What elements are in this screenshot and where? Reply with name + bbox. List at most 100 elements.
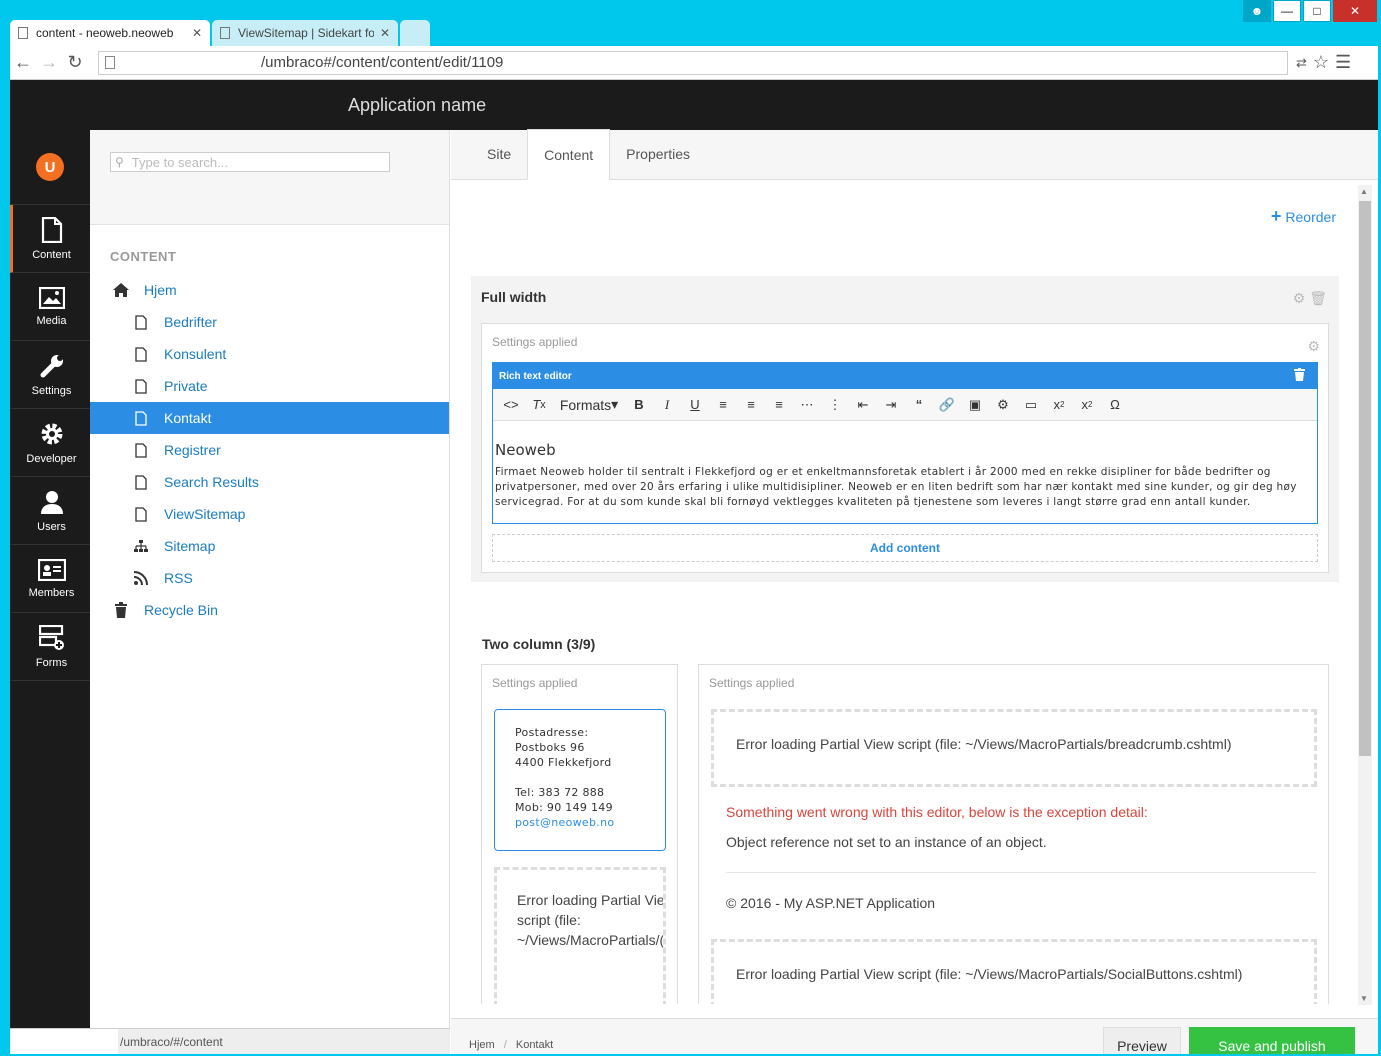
user-icon[interactable]: ☻	[1243, 0, 1271, 22]
superscript-icon[interactable]: x2	[1073, 391, 1101, 419]
scroll-down-icon[interactable]: ▼	[1360, 994, 1368, 1003]
id-card-icon	[37, 558, 66, 581]
reorder-button[interactable]: + Reorder	[1271, 206, 1336, 227]
align-left-icon[interactable]: ≡	[709, 391, 737, 419]
tab-properties[interactable]: Properties	[610, 129, 706, 179]
embed-icon[interactable]: ▭	[1017, 391, 1045, 419]
breadcrumb-item[interactable]: Hjem	[469, 1039, 495, 1051]
tree-node-kontakt[interactable]: Kontakt	[90, 402, 449, 434]
nav-media[interactable]: Media	[10, 273, 90, 341]
editor-panel: Site Content Properties ▲ ▼ + Reorder Ful…	[451, 129, 1378, 1054]
exception-detail: Object reference not set to an instance …	[726, 834, 1047, 850]
gear-icon[interactable]: ⚙	[1293, 290, 1306, 306]
bold-icon[interactable]: B	[625, 391, 653, 419]
full-width-section: Full width ⚙ 🗑 Settings applied ⚙ Rich t…	[471, 276, 1339, 582]
tree-node-sitemap[interactable]: Sitemap	[90, 530, 449, 562]
forward-icon[interactable]: →	[36, 52, 62, 73]
reload-icon[interactable]: ↻	[62, 52, 88, 73]
close-window-button[interactable]: ✕	[1333, 0, 1377, 22]
trash-icon[interactable]: 🗑	[1309, 290, 1327, 306]
wrench-icon	[40, 354, 63, 377]
back-icon[interactable]: ←	[10, 52, 36, 73]
align-center-icon[interactable]: ≡	[737, 391, 765, 419]
settings-applied: Settings applied	[492, 335, 578, 349]
bullet-list-icon[interactable]: ⋯	[793, 391, 821, 419]
align-right-icon[interactable]: ≡	[765, 391, 793, 419]
scrollbar[interactable]: ▲ ▼	[1358, 185, 1372, 1005]
gear-icon[interactable]: ⚙	[1307, 338, 1320, 355]
add-content-button[interactable]: Add content	[492, 534, 1318, 562]
scroll-thumb[interactable]	[1359, 201, 1371, 756]
new-tab-button[interactable]	[400, 20, 430, 46]
partial-view-error: Error loading Partial View script (file:…	[494, 867, 666, 1004]
special-char-icon[interactable]: Ω	[1101, 391, 1129, 419]
menu-icon[interactable]: ☰	[1335, 52, 1351, 73]
tree-node-private[interactable]: Private	[90, 370, 449, 402]
breadcrumb-item[interactable]: Kontakt	[516, 1039, 553, 1051]
insert-image-icon[interactable]: ▣	[961, 391, 989, 419]
url-input[interactable]: /umbraco#/content/content/edit/1109	[98, 50, 1288, 75]
rte-content[interactable]: Neoweb Firmaet Neoweb holder til sentral…	[493, 421, 1317, 514]
tree-node-registrer[interactable]: Registrer	[90, 434, 449, 466]
tree-node-bedrifter[interactable]: Bedrifter	[90, 306, 449, 338]
blockquote-icon[interactable]: “	[905, 391, 933, 419]
email-link[interactable]: post@neoweb.no	[515, 816, 614, 829]
tab-content[interactable]: Content	[527, 129, 611, 180]
nav-content[interactable]: Content	[10, 205, 90, 273]
address-line: Postboks 96	[515, 741, 585, 754]
nav-members[interactable]: Members	[10, 545, 90, 613]
formats-dropdown[interactable]: Formats ▾	[553, 391, 625, 419]
rich-text-editor: Rich text editor <> Tx Formats ▾ B I U ≡ …	[492, 362, 1318, 524]
maximize-button[interactable]: □	[1303, 0, 1331, 22]
nav-users[interactable]: Users	[10, 477, 90, 545]
umbraco-logo[interactable]: U	[10, 130, 90, 205]
outdent-icon[interactable]: ⇤	[849, 391, 877, 419]
underline-icon[interactable]: U	[681, 391, 709, 419]
status-url: /umbraco/#/content	[120, 1034, 223, 1049]
search-placeholder: Type to search...	[131, 154, 228, 170]
close-tab-icon[interactable]: ✕	[380, 26, 390, 40]
save-and-publish-button[interactable]: Save and publish	[1189, 1027, 1355, 1054]
social-buttons-error: Error loading Partial View script (file:…	[711, 939, 1317, 1004]
browser-tab-content[interactable]: content - neoweb.neoweb ✕	[10, 20, 210, 46]
close-tab-icon[interactable]: ✕	[192, 26, 202, 40]
source-code-icon[interactable]: <>	[497, 391, 525, 419]
full-width-cell: Settings applied ⚙ Rich text editor <> T…	[481, 323, 1329, 573]
minimize-button[interactable]: —	[1273, 0, 1301, 22]
italic-icon[interactable]: I	[653, 391, 681, 419]
browser-tab-viewsitemap[interactable]: ViewSitemap | Sidekart for ✕	[212, 20, 398, 46]
search-input[interactable]: ⚲ Type to search...	[110, 152, 390, 172]
insert-macro-icon[interactable]: ⚙	[989, 391, 1017, 419]
tree-node-viewsitemap[interactable]: ViewSitemap	[90, 498, 449, 530]
tree-node-label: Hjem	[144, 282, 177, 298]
nav-forms[interactable]: Forms	[10, 613, 90, 681]
tree-node-label: Registrer	[164, 442, 221, 458]
trash-icon[interactable]	[1294, 368, 1305, 384]
clear-format-icon[interactable]: Tx	[525, 391, 553, 419]
tree-node-konsulent[interactable]: Konsulent	[90, 338, 449, 370]
subscript-icon[interactable]: x2	[1045, 391, 1073, 419]
tree-node-rss[interactable]: RSS	[90, 562, 449, 594]
indent-icon[interactable]: ⇥	[877, 391, 905, 419]
numbered-list-icon[interactable]: ⋮	[821, 391, 849, 419]
address-block[interactable]: Postadresse: Postboks 96 4400 Flekkefjor…	[494, 709, 666, 851]
tab-site[interactable]: Site	[471, 129, 527, 179]
search-icon: ⚲	[115, 155, 124, 169]
tree-node-recycle-bin[interactable]: Recycle Bin	[90, 594, 449, 626]
link-icon[interactable]: 🔗	[933, 391, 961, 419]
nav-settings[interactable]: Settings	[10, 341, 90, 409]
preview-button[interactable]: Preview	[1103, 1027, 1181, 1054]
tree-node-label: RSS	[164, 570, 193, 586]
document-icon	[132, 346, 150, 362]
nav-developer[interactable]: Developer	[10, 409, 90, 477]
tree-node-hjem[interactable]: Hjem	[90, 274, 449, 306]
translate-icon[interactable]: ⇄	[1296, 55, 1307, 71]
document-icon	[132, 314, 150, 330]
tree-node-search-results[interactable]: Search Results	[90, 466, 449, 498]
star-icon[interactable]: ☆	[1313, 52, 1329, 73]
scroll-up-icon[interactable]: ▲	[1360, 187, 1368, 196]
error-text: Error loading Partial View script (file:…	[736, 736, 1232, 752]
sitemap-icon	[132, 540, 150, 552]
rte-paragraph: Firmaet Neoweb holder til sentralt i Fle…	[495, 466, 1297, 508]
umbraco-app: Application name U Content Media Setting…	[10, 80, 1378, 1054]
